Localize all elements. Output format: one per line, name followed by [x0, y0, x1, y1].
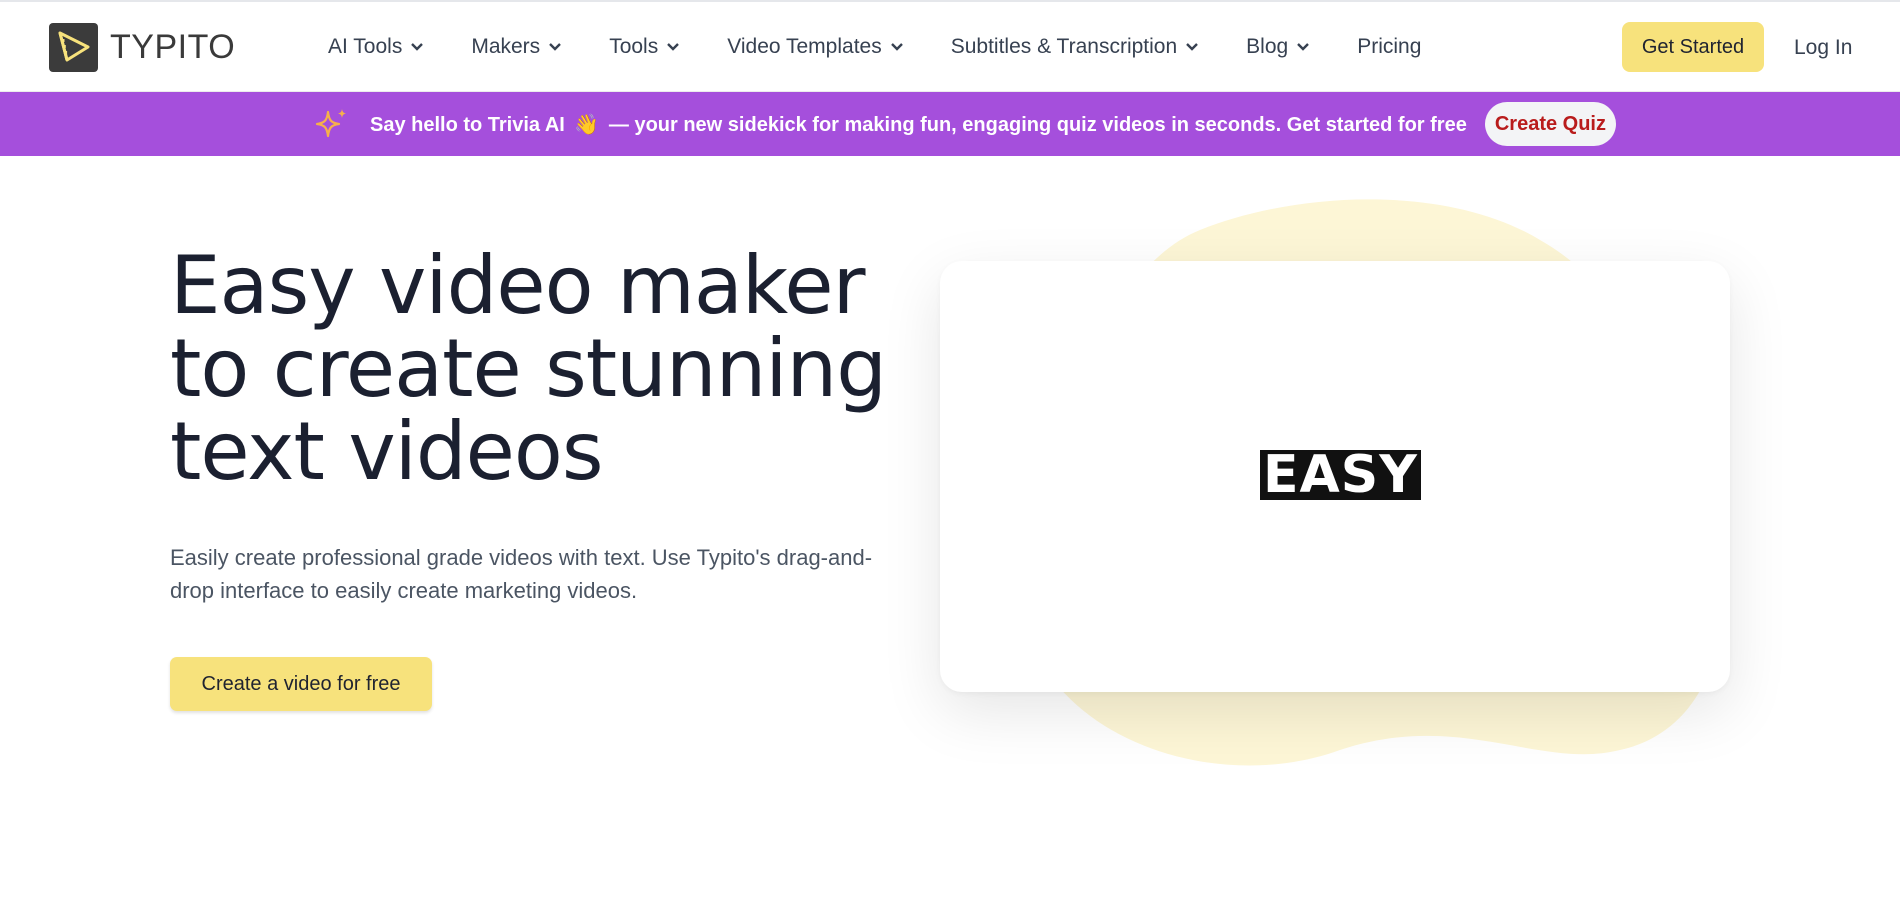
navbar: TYPITO AI Tools Makers Tools Video Templ…: [0, 2, 1900, 92]
chevron-down-icon: [890, 40, 904, 54]
announcement-banner: Say hello to Trivia AI 👋 — your new side…: [0, 92, 1900, 156]
video-preview-word: EASY: [1260, 449, 1421, 501]
hero-title-line-2: to create stunning: [170, 322, 887, 415]
nav-item-label: Tools: [609, 35, 659, 58]
chevron-down-icon: [410, 40, 424, 54]
brand-name: TYPITO: [110, 27, 236, 66]
nav-item-subtitles[interactable]: Subtitles & Transcription: [951, 35, 1199, 59]
nav-item-pricing[interactable]: Pricing: [1357, 35, 1421, 59]
nav-item-label: Pricing: [1357, 35, 1422, 58]
main-nav: AI Tools Makers Tools Video Templates Su…: [328, 2, 1468, 92]
play-logo-icon: [49, 22, 98, 72]
hero-title-highlight: Easy video maker: [170, 239, 866, 332]
chevron-down-icon: [1296, 40, 1310, 54]
nav-item-video-templates[interactable]: Video Templates: [727, 35, 904, 59]
nav-item-blog[interactable]: Blog: [1246, 35, 1310, 59]
banner-text-end: — your new sidekick for making fun, enga…: [608, 113, 1467, 136]
create-quiz-button[interactable]: Create Quiz: [1484, 102, 1616, 146]
chevron-down-icon: [666, 40, 680, 54]
nav-item-label: Makers: [471, 35, 541, 58]
hero-title: Easy video maker to create stunning text…: [170, 244, 930, 493]
nav-item-tools[interactable]: Tools: [609, 35, 680, 59]
hero-title-line-3: text videos: [170, 405, 604, 498]
nav-item-label: AI Tools: [328, 35, 403, 58]
sparkle-icon: [315, 109, 346, 138]
nav-item-ai-tools[interactable]: AI Tools: [328, 35, 424, 59]
typito-logo[interactable]: TYPITO: [49, 22, 235, 72]
nav-item-makers[interactable]: Makers: [471, 35, 562, 59]
chevron-down-icon: [548, 40, 562, 54]
nav-item-label: Blog: [1246, 35, 1289, 58]
waving-hand-icon: 👋: [574, 113, 600, 136]
nav-item-label: Video Templates: [727, 35, 882, 58]
get-started-button[interactable]: Get Started: [1622, 22, 1764, 72]
hero-description: Easily create professional grade videos …: [170, 545, 873, 603]
chevron-down-icon: [1185, 40, 1199, 54]
banner-text-start: Say hello to Trivia AI: [369, 113, 565, 136]
nav-item-label: Subtitles & Transcription: [950, 35, 1178, 58]
login-link[interactable]: Log In: [1794, 36, 1852, 60]
video-preview-card[interactable]: EASY: [940, 261, 1730, 692]
banner-message: Say hello to Trivia AI 👋 — your new side…: [370, 112, 1467, 137]
create-video-button[interactable]: Create a video for free: [170, 657, 432, 711]
